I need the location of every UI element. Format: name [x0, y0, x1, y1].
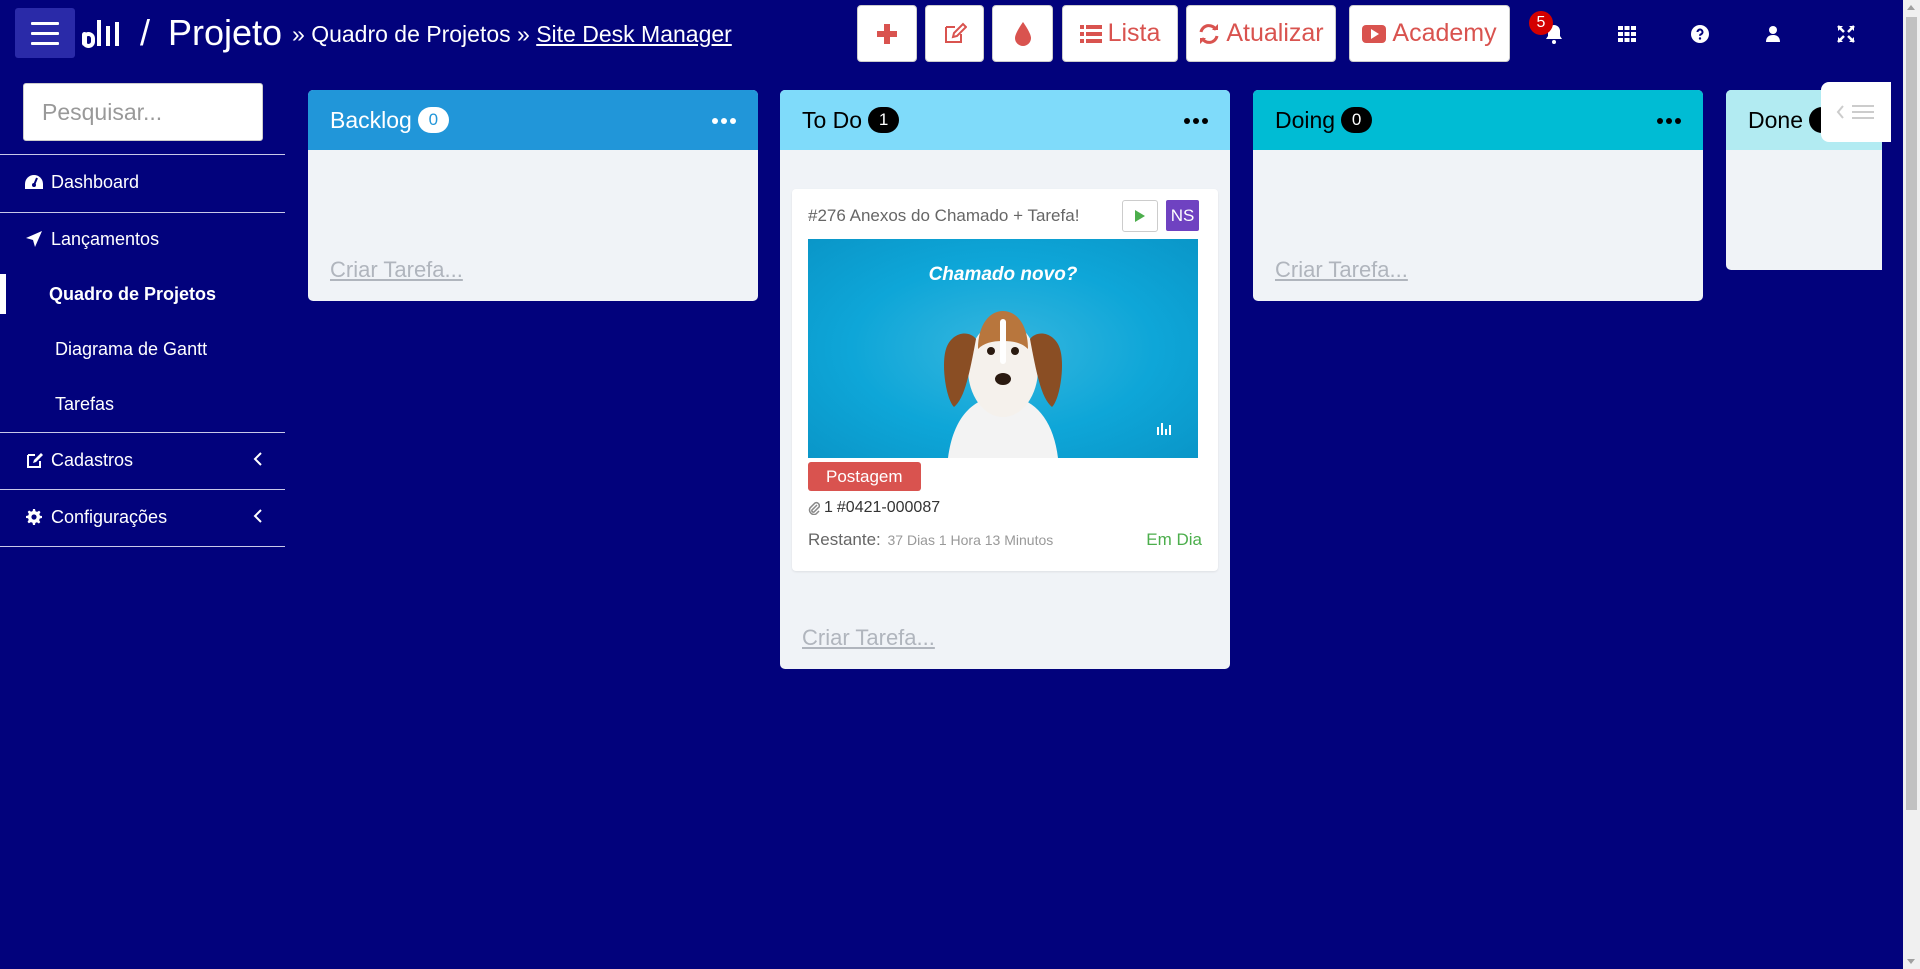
page-title: / Projeto	[140, 12, 283, 53]
sidebar-item-dashboard[interactable]: Dashboard	[0, 162, 285, 202]
column-header: Doing 0	[1253, 90, 1703, 150]
atualizar-button[interactable]: Atualizar	[1186, 5, 1336, 62]
apps-grid-button[interactable]	[1611, 18, 1643, 50]
create-task-link[interactable]: Criar Tarefa...	[802, 625, 935, 651]
list-icon	[1079, 24, 1102, 43]
location-arrow-icon	[25, 230, 43, 248]
sidebar-item-tarefas[interactable]: Tarefas	[0, 384, 285, 424]
column-todo: To Do 1 #276 Anexos do Chamado + Tarefa!…	[780, 90, 1230, 669]
tint-icon	[1014, 21, 1031, 46]
task-title: #276 Anexos do Chamado + Tarefa!	[808, 206, 1080, 225]
page-scrollbar[interactable]	[1903, 0, 1920, 969]
sidebar-item-diagrama-de-gantt[interactable]: Diagrama de Gantt	[0, 329, 285, 369]
task-card[interactable]: #276 Anexos do Chamado + Tarefa! NS Cham…	[792, 189, 1218, 571]
column-header: To Do 1	[780, 90, 1230, 150]
expand-icon	[1837, 25, 1855, 43]
user-icon	[1766, 26, 1780, 42]
edit-icon	[944, 22, 967, 43]
column-header: Backlog 0	[308, 90, 758, 150]
chevron-left-icon	[253, 509, 262, 523]
menu-collapse-icon	[1836, 105, 1874, 119]
menu-toggle-button[interactable]	[15, 8, 75, 58]
fullscreen-button[interactable]	[1830, 18, 1862, 50]
breadcrumb: » Quadro de Projetos » Site Desk Manager	[292, 21, 732, 47]
sidebar-divider	[0, 212, 285, 213]
breadcrumb-quadro-de-projetos: Quadro de Projetos	[311, 21, 511, 47]
attachments-info: 1 #0421-000087	[808, 499, 940, 517]
sidebar-divider	[0, 546, 285, 547]
task-tag: Postagem	[808, 462, 921, 491]
play-icon	[1135, 210, 1145, 222]
gear-icon	[25, 508, 43, 526]
question-circle-icon	[1691, 25, 1709, 43]
assignee-avatar: NS	[1166, 200, 1199, 231]
kanban-board: Backlog 0 Criar Tarefa... To Do 1 #276 A…	[308, 90, 1882, 960]
count-badge: 1	[868, 107, 900, 133]
sidebar-divider	[0, 154, 285, 155]
column-options-button[interactable]	[1657, 112, 1681, 130]
sidebar-item-configuracoes[interactable]: Configurações	[0, 497, 285, 537]
scroll-up-icon[interactable]	[1907, 5, 1915, 10]
start-task-button[interactable]	[1122, 200, 1158, 232]
count-badge: 0	[1341, 107, 1373, 133]
create-task-link[interactable]: Criar Tarefa...	[330, 257, 463, 283]
sidebar-item-quadro-de-projetos[interactable]: Quadro de Projetos	[0, 274, 285, 314]
refresh-icon	[1199, 23, 1219, 44]
remaining-time: Restante: 37 Dias 1 Hora 13 Minutos	[808, 530, 1054, 549]
color-button[interactable]	[992, 5, 1053, 62]
dashboard-icon	[25, 173, 43, 191]
sidebar-item-cadastros[interactable]: Cadastros	[0, 440, 285, 480]
puppy-illustration	[943, 311, 1171, 458]
edit-icon	[25, 451, 43, 469]
ticket-number: #0421-000087	[836, 499, 941, 516]
search-input[interactable]	[23, 83, 263, 141]
lista-button[interactable]: Lista	[1062, 5, 1178, 62]
sidebar-item-lancamentos[interactable]: Lançamentos	[0, 219, 285, 259]
sidebar-divider	[0, 489, 285, 490]
task-cover-image: Chamado novo?	[808, 239, 1198, 458]
status-label: Em Dia	[1146, 530, 1202, 549]
scroll-down-icon[interactable]	[1907, 959, 1915, 964]
column-doing: Doing 0 Criar Tarefa...	[1253, 90, 1703, 301]
sidebar: Dashboard Lançamentos Quadro de Projetos…	[0, 66, 285, 969]
right-panel-toggle[interactable]	[1821, 82, 1891, 142]
plus-icon	[877, 23, 897, 44]
column-options-button[interactable]	[1184, 112, 1208, 130]
count-badge: 0	[417, 107, 449, 133]
create-task-link[interactable]: Criar Tarefa...	[1275, 257, 1408, 283]
sidebar-divider	[0, 432, 285, 433]
chevron-left-icon	[253, 452, 262, 466]
scrollbar-thumb[interactable]	[1906, 17, 1917, 810]
help-button[interactable]	[1684, 18, 1716, 50]
add-button[interactable]	[857, 5, 917, 62]
column-backlog: Backlog 0 Criar Tarefa...	[308, 90, 758, 301]
academy-button[interactable]: Academy	[1349, 5, 1510, 62]
grid-icon	[1618, 26, 1636, 42]
breadcrumb-current-project[interactable]: Site Desk Manager	[536, 21, 732, 47]
notification-count-badge: 5	[1529, 11, 1553, 35]
user-profile-button[interactable]	[1757, 18, 1789, 50]
edit-button[interactable]	[925, 5, 984, 62]
youtube-icon	[1362, 24, 1387, 43]
top-navbar: / Projeto » Quadro de Projetos » Site Des…	[0, 0, 1900, 66]
paperclip-icon	[808, 501, 820, 515]
column-options-button[interactable]	[712, 112, 736, 130]
logo-icon	[82, 20, 119, 48]
